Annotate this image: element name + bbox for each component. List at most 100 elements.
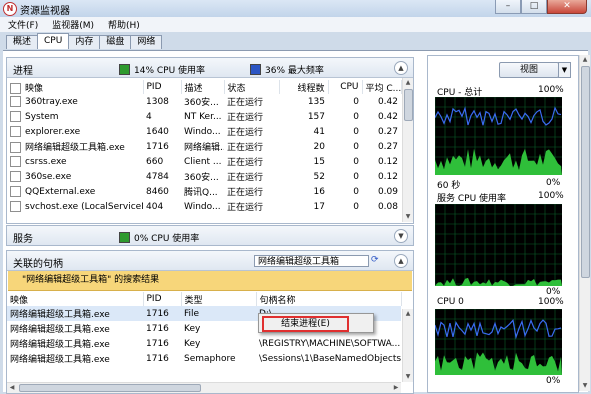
process-image: System [25,112,59,122]
scroll-up-arrow-icon[interactable]: ▲ [403,78,413,88]
col-description[interactable]: 描述 [181,80,225,94]
process-threads: 157 [307,111,325,122]
col-handle-name[interactable]: 句柄名称 [256,292,402,306]
process-pid: 1640 [146,126,169,137]
graph-cpu0 [435,309,562,375]
scroll-up-arrow-icon[interactable]: ▲ [403,309,413,319]
process-avg-cpu: 0.42 [377,111,398,122]
process-pid: 1308 [146,96,169,107]
row-checkbox[interactable] [10,201,21,212]
process-avg-cpu: 0.12 [377,156,398,167]
view-dropdown-arrow-icon[interactable]: ▼ [558,62,571,78]
collapse-handles-button[interactable]: ▲ [394,254,408,268]
tab-overview[interactable]: 概述 [6,35,39,49]
graph-cpu0-label: CPU 0 [437,297,464,307]
process-vertical-scrollbar[interactable]: ▲ ▼ [402,78,413,222]
expand-services-button[interactable]: ▼ [394,229,408,243]
col-threads[interactable]: 线程数 [279,80,329,94]
row-checkbox[interactable] [10,171,21,182]
table-row[interactable]: 360se.exe 4784 360安... 正在运行 52 0 0.12 [7,169,401,184]
minimize-button[interactable]: – [495,0,521,14]
col-image[interactable]: 映像 [7,80,144,94]
handles-horizontal-scrollbar[interactable]: ◀ ▶ [7,382,401,393]
refresh-search-icon[interactable]: ⟳ [371,255,383,267]
scroll-down-arrow-icon[interactable]: ▼ [403,212,413,222]
scroll-down-arrow-icon[interactable]: ▼ [580,381,590,391]
process-status: 正在运行 [227,143,264,153]
table-row[interactable]: 网络编辑超级工具箱.exe 1716 Key \REGISTRY\MACHINE\SO… [7,336,401,351]
graphs-scroll-thumb[interactable] [581,66,590,278]
services-pane-header[interactable]: 服务 0% CPU 使用率 ▼ [7,226,413,245]
row-checkbox[interactable] [10,156,21,167]
process-threads: 20 [313,141,325,152]
handle-image: 网络编辑超级工具箱.exe [10,310,110,320]
handle-search-input[interactable]: 网络编辑超级工具箱 [254,255,369,267]
menu-monitor[interactable]: 监视器(M) [44,17,100,32]
handles-vertical-scrollbar[interactable]: ▲ ▼ [402,309,413,382]
process-pane-header[interactable]: 进程 14% CPU 使用率 36% 最大频率 ▲ [7,58,413,78]
process-description: 360安... [184,98,219,108]
tab-cpu[interactable]: CPU [37,33,70,49]
process-threads: 17 [313,201,325,212]
col-cpu[interactable]: CPU [328,80,363,94]
table-row[interactable]: explorer.exe 1640 Windo... 正在运行 41 0 0.27 [7,124,401,139]
process-status: 正在运行 [227,203,264,213]
scroll-left-arrow-icon[interactable]: ◀ [7,383,17,393]
process-pane-title: 进程 [13,66,33,77]
col-handle-type[interactable]: 类型 [181,292,257,306]
table-row[interactable]: 360tray.exe 1308 360安... 正在运行 135 0 0.42 [7,94,401,109]
col-handle-image[interactable]: 映像 [7,292,144,306]
graph-service-cpu-max: 100% [538,191,564,201]
table-row[interactable]: 网络编辑超级工具箱.exe 1716 网络编辑...正在运行 20 0 0.27 [7,139,401,154]
close-button[interactable]: ✕ [547,0,587,14]
tab-memory[interactable]: 内存 [68,35,101,49]
cpu-usage-swatch [119,64,130,75]
menu-help[interactable]: 帮助(H) [100,17,146,32]
table-row[interactable]: 网络编辑超级工具箱.exe 1716 Semaphore \Sessions\1\Ba… [7,351,401,366]
process-image: QQExternal.exe [25,187,96,197]
row-checkbox[interactable] [10,142,21,153]
row-checkbox[interactable] [10,96,21,107]
col-avg-cpu[interactable]: 平均 C... [362,80,402,94]
scroll-up-arrow-icon[interactable]: ▲ [580,55,590,65]
row-checkbox[interactable] [10,111,21,122]
graphs-vertical-scrollbar[interactable]: ▲ ▼ [579,55,590,391]
process-cpu: 0 [353,201,359,212]
process-pane: 进程 14% CPU 使用率 36% 最大频率 ▲ 映像 PID 描述 状态 线… [6,57,414,224]
row-checkbox[interactable] [10,186,21,197]
restore-button[interactable]: □ [521,0,547,14]
scroll-right-arrow-icon[interactable]: ▶ [391,383,401,393]
table-row[interactable]: svchost.exe (LocalServiceN...404 Windo...… [7,199,401,214]
col-image-label: 映像 [25,83,44,94]
graph-cpu0-max: 100% [538,297,564,307]
col-pid[interactable]: PID [143,80,182,94]
col-handle-pid[interactable]: PID [143,292,182,306]
col-status[interactable]: 状态 [224,80,280,94]
process-pid: 4 [146,111,152,122]
row-checkbox[interactable] [10,126,21,137]
menu-bar: 文件(F) 监视器(M) 帮助(H) [0,17,591,32]
graph-cpu-total-min: 0% [546,178,561,188]
scroll-down-arrow-icon[interactable]: ▼ [403,372,413,382]
handle-type: Key [184,338,201,349]
table-row[interactable]: csrss.exe 660 Client ... 正在运行 15 0 0.12 [7,154,401,169]
table-row[interactable]: System 4 NT Ker... 正在运行 157 0 0.42 [7,109,401,124]
handle-search-value: 网络编辑超级工具箱 [258,257,340,267]
handle-type: File [184,308,200,319]
tab-network[interactable]: 网络 [130,35,163,49]
process-avg-cpu: 0.09 [377,186,398,197]
select-all-checkbox[interactable] [10,82,21,94]
window-controls: – □ ✕ [495,0,587,15]
table-row[interactable]: QQExternal.exe 8460 腾讯Q... 正在运行 16 0 0.09 [7,184,401,199]
tab-disk[interactable]: 磁盘 [99,35,132,49]
process-avg-cpu: 0.27 [377,141,398,152]
graph-service-cpu-min: 0% [546,287,561,297]
services-pane-title: 服务 [13,234,33,245]
scroll-thumb[interactable] [404,89,413,121]
collapse-process-button[interactable]: ▲ [394,61,408,75]
handle-type: Key [184,323,201,334]
process-avg-cpu: 0.42 [377,96,398,107]
end-process-menu-item[interactable]: 结束进程(E) [262,316,349,332]
view-button[interactable]: 视图 [499,62,559,78]
menu-file[interactable]: 文件(F) [0,17,44,32]
